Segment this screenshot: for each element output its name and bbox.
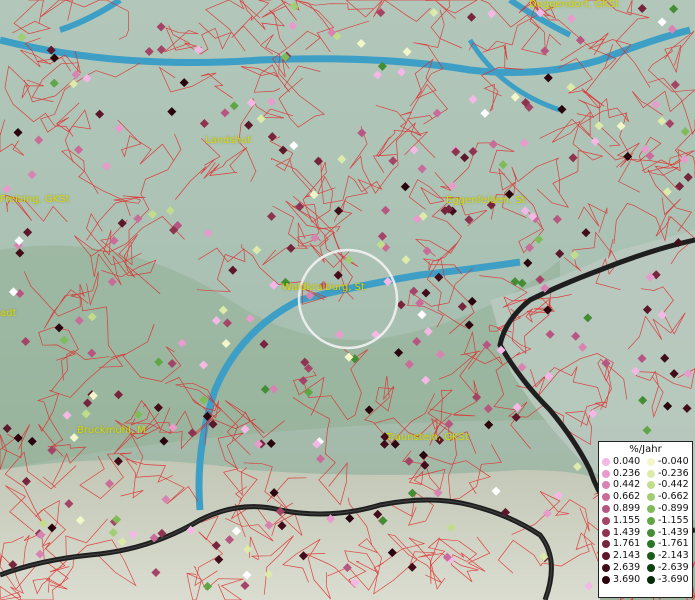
legend-entry: -0.236 [647, 468, 692, 480]
legend-swatch-icon [602, 564, 610, 573]
legend-swatch-icon [647, 493, 655, 502]
city-label: adt [0, 308, 17, 319]
legend-value: -1.761 [658, 538, 689, 550]
legend-entry: 0.442 [602, 480, 647, 492]
legend-value: 0.899 [613, 503, 641, 515]
legend-entry: 2.143 [602, 550, 647, 562]
city-label: Freising, GKSt [0, 194, 70, 205]
legend-entry: -0.442 [647, 480, 692, 492]
legend-swatch-icon [647, 505, 655, 514]
legend-swatch-icon [602, 457, 610, 466]
legend-value: 0.236 [613, 467, 641, 479]
legend-swatch-icon [602, 469, 610, 478]
city-label: Traunstein, GKSt [386, 432, 469, 443]
legend-swatch-icon [602, 552, 610, 561]
legend-swatch-icon [647, 564, 655, 573]
legend-value: -0.442 [658, 479, 689, 491]
legend-swatch-icon [602, 540, 610, 549]
legend-swatch-icon [602, 481, 610, 490]
legend-swatch-icon [602, 516, 610, 525]
legend-swatch-icon [647, 469, 655, 478]
legend-swatch-icon [647, 528, 655, 537]
legend-value: 0.040 [613, 455, 641, 467]
legend-swatch-icon [647, 552, 655, 561]
legend-value: 0.662 [613, 491, 641, 503]
legend-value: -1.155 [658, 514, 689, 526]
legend-swatch-icon [647, 481, 655, 490]
legend-value: -0.236 [658, 467, 689, 479]
legend-entry: 0.040 [602, 456, 647, 468]
legend-entry: -3.690 [647, 574, 692, 586]
legend-entry: -1.155 [647, 515, 692, 527]
legend: %/Jahr 0.040 0.236 0.442 0.662 0.899 1.155 1.4… [598, 441, 693, 598]
legend-value: 3.690 [613, 573, 641, 585]
legend-value: 0.442 [613, 479, 641, 491]
legend-swatch-icon [647, 540, 655, 549]
legend-swatch-icon [647, 575, 655, 584]
legend-entry: 0.899 [602, 503, 647, 515]
map-canvas[interactable] [0, 0, 695, 600]
legend-swatch-icon [602, 505, 610, 514]
city-label: Bruckmühl, M [77, 425, 146, 436]
city-label: Waldkraiburg, St [282, 282, 365, 293]
legend-value: -0.899 [658, 503, 689, 515]
legend-entry: -0.040 [647, 456, 692, 468]
legend-entry: -2.639 [647, 562, 692, 574]
legend-swatch-icon [647, 457, 655, 466]
legend-value: 1.761 [613, 538, 641, 550]
city-label: Eggenfelden, St [446, 195, 526, 206]
city-label: Landshut [205, 135, 252, 146]
legend-value: -3.690 [658, 573, 689, 585]
legend-value: 1.439 [613, 526, 641, 538]
legend-entry: 0.662 [602, 491, 647, 503]
legend-title: %/Jahr [629, 444, 662, 455]
legend-value: 1.155 [613, 514, 641, 526]
legend-swatch-icon [602, 575, 610, 584]
legend-entry: 3.690 [602, 574, 647, 586]
legend-value: -2.639 [658, 562, 689, 574]
legend-entry: 0.236 [602, 468, 647, 480]
legend-swatch-icon [647, 516, 655, 525]
legend-entry: -1.761 [647, 539, 692, 551]
legend-value: -0.662 [658, 491, 689, 503]
legend-positive-column: 0.040 0.236 0.442 0.662 0.899 1.155 1.439 1.761… [602, 456, 647, 586]
legend-value: 2.143 [613, 550, 641, 562]
legend-entry: -1.439 [647, 527, 692, 539]
legend-value: -0.040 [658, 455, 689, 467]
legend-swatch-icon [602, 528, 610, 537]
legend-entry: -0.899 [647, 503, 692, 515]
legend-swatch-icon [602, 493, 610, 502]
legend-entry: -0.662 [647, 491, 692, 503]
legend-value: 2.639 [613, 562, 641, 574]
legend-entry: 1.761 [602, 539, 647, 551]
legend-entry: 2.639 [602, 562, 647, 574]
legend-entry: 1.155 [602, 515, 647, 527]
legend-value: -2.143 [658, 550, 689, 562]
legend-entry: 1.439 [602, 527, 647, 539]
city-label: Deggendorf, GKSt [529, 0, 620, 10]
legend-value: -1.439 [658, 526, 689, 538]
legend-entry: -2.143 [647, 550, 692, 562]
legend-negative-column: -0.040 -0.236 -0.442 -0.662 -0.899 -1.155 -1.4… [647, 456, 692, 586]
